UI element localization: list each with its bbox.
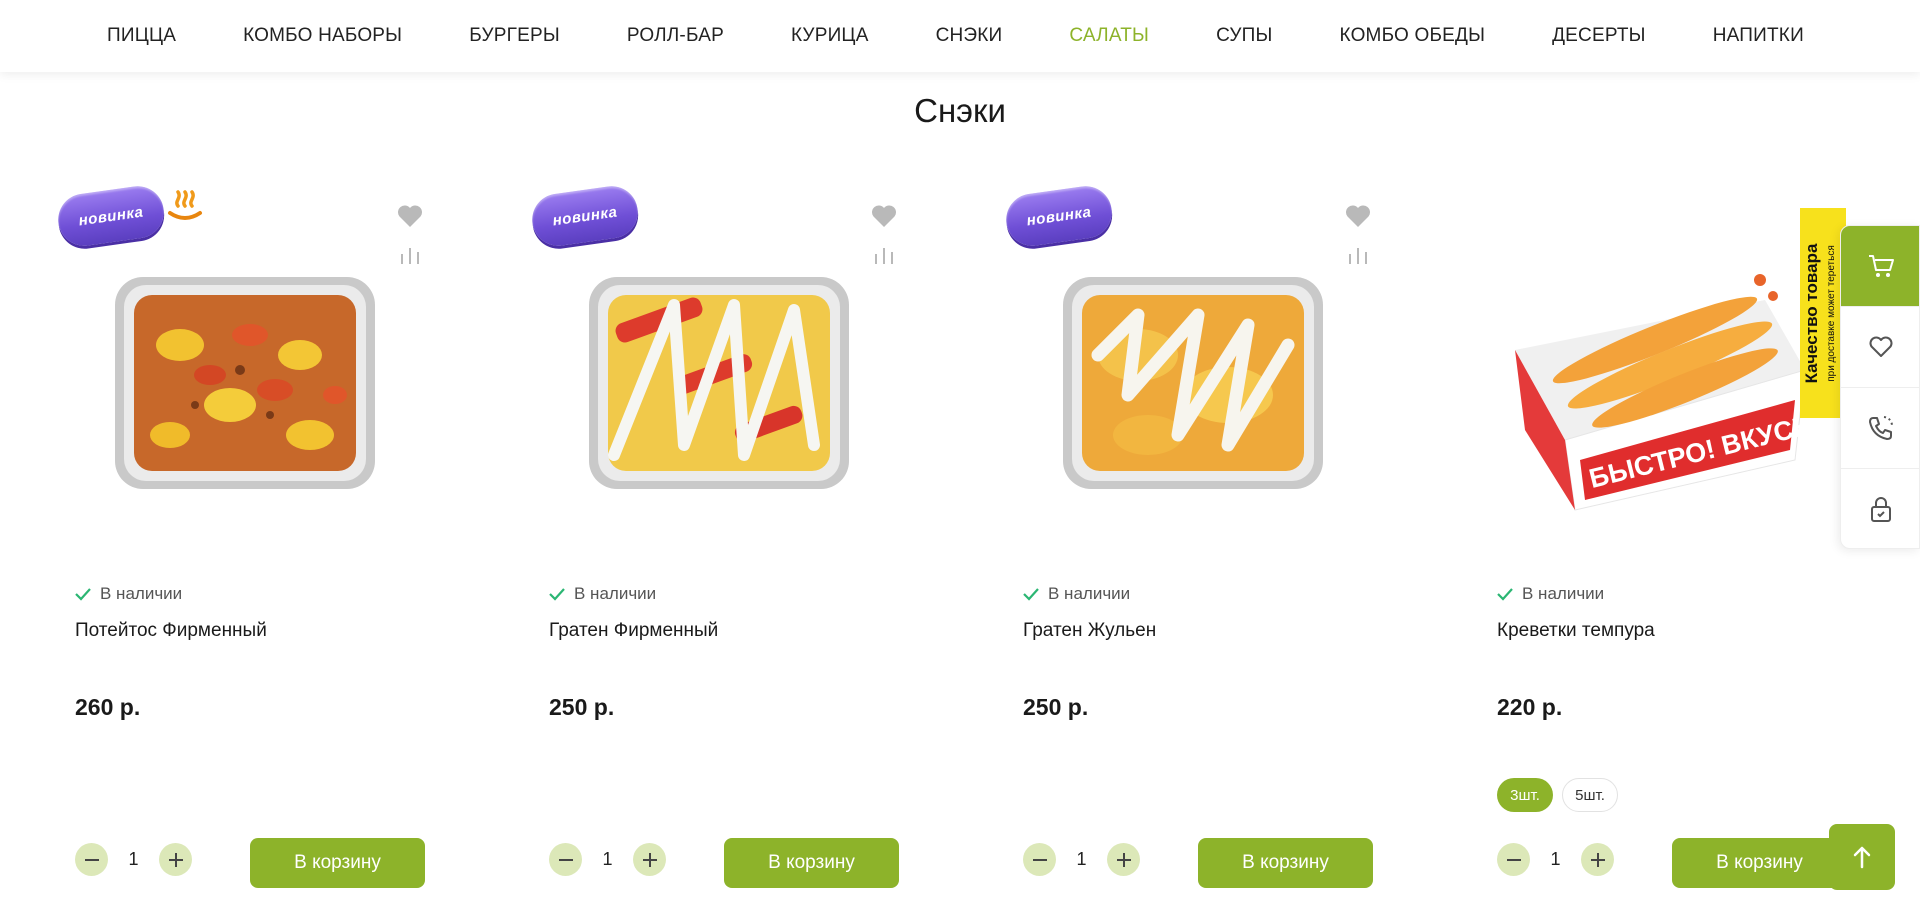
portion-options: 3шт. 5шт. bbox=[1497, 778, 1627, 812]
product-price: 250 р. bbox=[549, 694, 615, 720]
plus-icon bbox=[1590, 852, 1605, 867]
plus-icon bbox=[642, 852, 657, 867]
product-price: 250 р. bbox=[1023, 694, 1089, 720]
nav-item-chicken[interactable]: КУРИЦА bbox=[791, 25, 869, 47]
stock-label: В наличии bbox=[100, 584, 183, 603]
stock-label: В наличии bbox=[574, 584, 657, 603]
minus-icon bbox=[558, 858, 573, 861]
add-to-cart-button[interactable]: В корзину bbox=[1672, 838, 1847, 888]
product-card: новинка В наличии Потейтос Фирменный 260… bbox=[54, 180, 475, 913]
minus-button[interactable] bbox=[1497, 843, 1530, 876]
heart-icon[interactable] bbox=[1345, 204, 1371, 228]
product-photo bbox=[1063, 277, 1323, 489]
check-icon bbox=[1023, 588, 1039, 601]
scroll-to-top-button[interactable] bbox=[1829, 824, 1895, 890]
minus-icon bbox=[1032, 858, 1047, 861]
heart-icon[interactable] bbox=[397, 204, 423, 228]
plus-button[interactable] bbox=[159, 843, 192, 876]
nav-item-burgers[interactable]: БУРГЕРЫ bbox=[469, 25, 560, 47]
new-badge: новинка bbox=[1002, 182, 1116, 250]
stock-status: В наличии bbox=[1497, 584, 1604, 604]
product-name[interactable]: Гратен Жульен bbox=[1023, 620, 1156, 642]
quantity-value[interactable]: 1 bbox=[108, 849, 159, 870]
check-icon bbox=[1497, 588, 1513, 601]
stock-status: В наличии bbox=[75, 584, 182, 604]
floating-side-panel bbox=[1840, 225, 1920, 549]
nav-item-combo-lunch[interactable]: КОМБО ОБЕДЫ bbox=[1340, 25, 1486, 47]
side-cart-button[interactable] bbox=[1841, 226, 1919, 307]
compare-icon[interactable] bbox=[399, 246, 421, 264]
product-price: 260 р. bbox=[75, 694, 141, 720]
check-icon bbox=[75, 588, 91, 601]
phone-icon bbox=[1869, 416, 1893, 440]
plus-icon bbox=[1116, 852, 1131, 867]
nav-item-combo-sets[interactable]: КОМБО НАБОРЫ bbox=[243, 25, 402, 47]
section-title: Снэки bbox=[914, 92, 1006, 129]
quantity-stepper: 1 bbox=[75, 843, 192, 876]
nav-item-soups[interactable]: СУПЫ bbox=[1216, 25, 1272, 47]
heart-icon[interactable] bbox=[871, 204, 897, 228]
quality-notice-subtitle: при доставке может тереться bbox=[1826, 245, 1837, 382]
add-to-cart-button[interactable]: В корзину bbox=[250, 838, 425, 888]
compare-icon[interactable] bbox=[1347, 246, 1369, 264]
product-card: новинка В наличии Гратен Фирменный 250 р… bbox=[528, 180, 949, 913]
lock-icon bbox=[1871, 496, 1891, 522]
nav-item-pizza[interactable]: ПИЦЦА bbox=[107, 25, 176, 47]
minus-button[interactable] bbox=[1023, 843, 1056, 876]
plus-button[interactable] bbox=[633, 843, 666, 876]
side-favorites-button[interactable] bbox=[1841, 307, 1919, 388]
stock-status: В наличии bbox=[1023, 584, 1130, 604]
product-name[interactable]: Гратен Фирменный bbox=[549, 620, 718, 642]
product-photo bbox=[589, 277, 849, 489]
product-photo bbox=[115, 277, 375, 489]
compare-icon[interactable] bbox=[873, 246, 895, 264]
add-to-cart-button[interactable]: В корзину bbox=[724, 838, 899, 888]
quantity-value[interactable]: 1 bbox=[582, 849, 633, 870]
add-to-cart-button[interactable]: В корзину bbox=[1198, 838, 1373, 888]
minus-button[interactable] bbox=[549, 843, 582, 876]
quantity-value[interactable]: 1 bbox=[1056, 849, 1107, 870]
product-name[interactable]: Креветки темпура bbox=[1497, 620, 1655, 642]
option-5pcs[interactable]: 5шт. bbox=[1562, 778, 1618, 812]
quantity-stepper: 1 bbox=[549, 843, 666, 876]
nav-item-drinks[interactable]: НАПИТКИ bbox=[1713, 25, 1804, 47]
quantity-value[interactable]: 1 bbox=[1530, 849, 1581, 870]
arrow-up-icon bbox=[1853, 846, 1871, 869]
product-photo: БЫСТРО! ВКУСНО! bbox=[1515, 274, 1805, 511]
hot-steam-icon bbox=[168, 190, 202, 220]
new-badge: новинка bbox=[54, 182, 168, 250]
plus-button[interactable] bbox=[1107, 843, 1140, 876]
plus-icon bbox=[168, 852, 183, 867]
minus-icon bbox=[84, 858, 99, 861]
new-badge: новинка bbox=[528, 182, 642, 250]
cart-icon bbox=[1869, 255, 1894, 277]
heart-icon bbox=[1869, 336, 1893, 357]
product-name[interactable]: Потейтос Фирменный bbox=[75, 620, 267, 642]
product-card: новинка В наличии Гратен Жульен 250 р. 1… bbox=[1002, 180, 1423, 913]
stock-status: В наличии bbox=[549, 584, 656, 604]
category-nav: ПИЦЦА КОМБО НАБОРЫ БУРГЕРЫ РОЛЛ-БАР КУРИ… bbox=[0, 0, 1920, 72]
product-price: 220 р. bbox=[1497, 694, 1563, 720]
quality-notice-title: Качество товара bbox=[1802, 243, 1821, 384]
nav-item-salads[interactable]: САЛАТЫ bbox=[1069, 25, 1149, 47]
quantity-stepper: 1 bbox=[1497, 843, 1614, 876]
stock-label: В наличии bbox=[1522, 584, 1605, 603]
minus-button[interactable] bbox=[75, 843, 108, 876]
plus-button[interactable] bbox=[1581, 843, 1614, 876]
option-3pcs[interactable]: 3шт. bbox=[1497, 778, 1553, 812]
check-icon bbox=[549, 588, 565, 601]
nav-item-roll-bar[interactable]: РОЛЛ-БАР bbox=[627, 25, 724, 47]
side-account-button[interactable] bbox=[1841, 469, 1919, 548]
nav-item-snacks[interactable]: СНЭКИ bbox=[936, 25, 1003, 47]
stock-label: В наличии bbox=[1048, 584, 1131, 603]
side-callback-button[interactable] bbox=[1841, 388, 1919, 469]
category-list: ПИЦЦА КОМБО НАБОРЫ БУРГЕРЫ РОЛЛ-БАР КУРИ… bbox=[107, 25, 1871, 47]
minus-icon bbox=[1506, 858, 1521, 861]
quantity-stepper: 1 bbox=[1023, 843, 1140, 876]
nav-item-desserts[interactable]: ДЕСЕРТЫ bbox=[1552, 25, 1646, 47]
